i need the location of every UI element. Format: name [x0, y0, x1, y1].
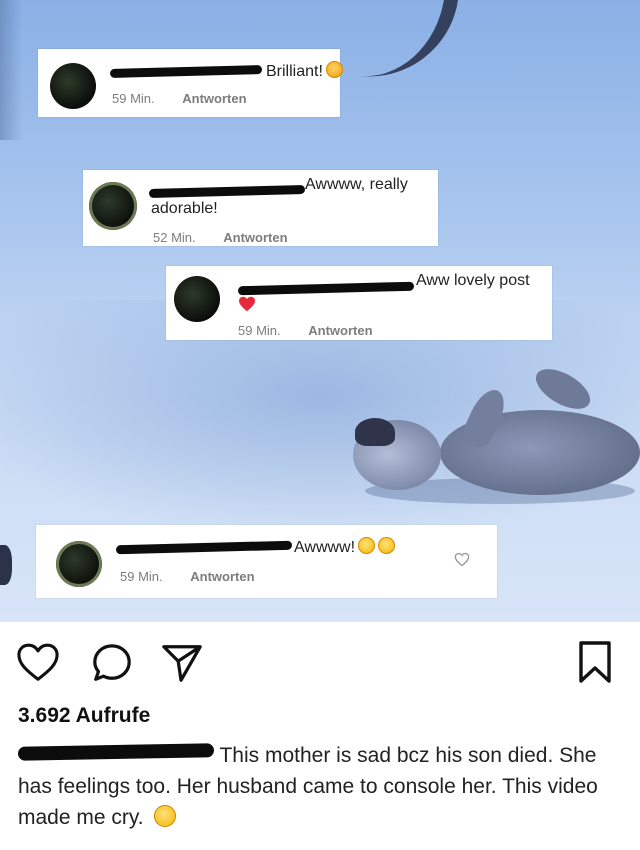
chick-flipper-2 — [529, 361, 597, 417]
redacted-author-username[interactable] — [17, 743, 215, 761]
redacted-username — [109, 65, 263, 78]
grinning-emoji-icon — [378, 537, 396, 554]
reply-link[interactable]: Antworten — [223, 230, 287, 245]
red-heart-emoji-icon — [239, 296, 255, 312]
crying-emoji-icon — [153, 805, 176, 827]
smiling-emoji-icon — [358, 537, 376, 554]
heart-outline-icon[interactable] — [16, 642, 60, 682]
post-caption: This mother is sad bcz his son died. She… — [17, 740, 618, 833]
comment-meta: 59 Min. Antworten — [120, 569, 255, 584]
redacted-username — [237, 281, 415, 296]
avatar[interactable] — [89, 182, 137, 230]
penguin-foot — [0, 545, 12, 585]
bookmark-icon[interactable] — [578, 640, 612, 684]
redacted-username — [115, 540, 293, 555]
heart-eyes-emoji-icon — [325, 61, 343, 78]
comment-overlay-3: Aww lovely post 59 Min. Antworten — [166, 266, 552, 340]
comment-time: 59 Min. — [112, 91, 155, 106]
adult-penguin-beak — [322, 0, 462, 89]
avatar[interactable] — [50, 63, 96, 109]
comment-overlay-2: Awwww, really adorable! 52 Min. Antworte… — [83, 170, 438, 246]
comment-meta: 59 Min. Antworten — [112, 91, 247, 106]
chick-cap — [355, 418, 395, 446]
paper-plane-icon[interactable] — [160, 642, 204, 684]
comment-overlay-4: Awwww! 59 Min. Antworten — [36, 525, 497, 598]
reply-link[interactable]: Antworten — [182, 91, 246, 106]
comment-bubble-icon[interactable] — [91, 642, 133, 684]
comment-meta: 59 Min. Antworten — [238, 323, 373, 338]
comment-overlay-1: Brilliant! 59 Min. Antworten — [38, 49, 343, 117]
comment-text-line2: adorable! — [151, 200, 218, 217]
post-action-bar — [0, 622, 640, 702]
view-count: 3.692 Aufrufe — [18, 704, 151, 727]
comment-meta: 52 Min. Antworten — [153, 230, 288, 245]
reply-link[interactable]: Antworten — [190, 569, 254, 584]
comment-text: Awwww! — [294, 537, 396, 557]
avatar[interactable] — [56, 541, 102, 587]
adult-penguin-edge — [0, 0, 22, 140]
comment-time: 59 Min. — [120, 569, 163, 584]
comment-text: Aww lovely post — [416, 272, 530, 289]
post-video[interactable]: Brilliant! 59 Min. Antworten Awwww, real… — [0, 0, 640, 622]
avatar[interactable] — [174, 276, 220, 322]
reply-link[interactable]: Antworten — [308, 323, 372, 338]
redacted-username — [148, 184, 306, 199]
comment-time: 59 Min. — [238, 323, 281, 338]
comment-text: Awwww, really — [305, 176, 408, 193]
comment-text: Brilliant! — [266, 61, 343, 81]
comment-like-heart-icon[interactable] — [454, 552, 470, 567]
comment-time: 52 Min. — [153, 230, 196, 245]
penguin-chick — [345, 361, 640, 510]
